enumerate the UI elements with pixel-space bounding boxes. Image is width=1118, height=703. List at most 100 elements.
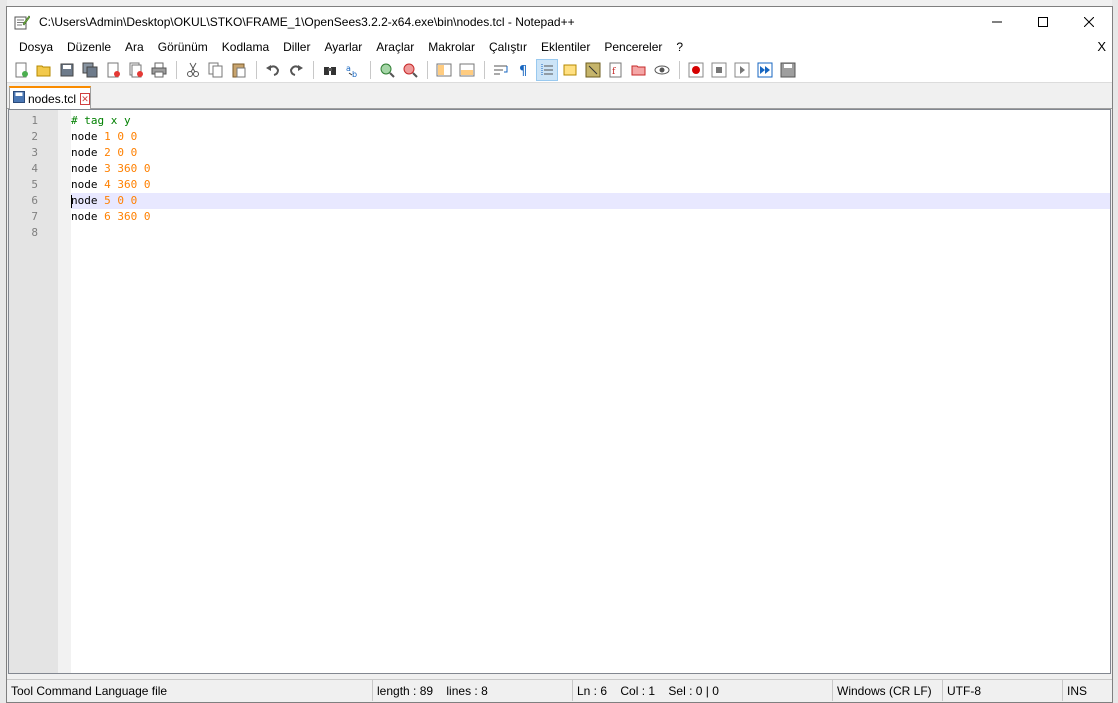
toolbar-separator <box>256 60 257 79</box>
code-keyword: node <box>71 178 98 191</box>
svg-text:a: a <box>346 64 351 73</box>
minimize-button[interactable] <box>974 7 1020 37</box>
code-args: 4 360 0 <box>104 178 151 191</box>
copy-icon[interactable] <box>205 59 227 81</box>
code-args: 6 360 0 <box>104 210 151 223</box>
record-macro-icon[interactable] <box>685 59 707 81</box>
toolbar-separator <box>370 60 371 79</box>
code-line: node 2 0 0 <box>71 145 1110 161</box>
status-lines: lines : 8 <box>446 683 488 698</box>
code-line: node 1 0 0 <box>71 129 1110 145</box>
toolbar-separator <box>313 60 314 79</box>
status-bar: Tool Command Language file length : 89 l… <box>7 679 1112 701</box>
code-line: node 6 360 0 <box>71 209 1110 225</box>
menu-bar: Dosya Düzenle Ara Görünüm Kodlama Diller… <box>7 37 1112 57</box>
document-map-icon[interactable] <box>582 59 604 81</box>
status-ins-mode[interactable]: INS <box>1063 680 1112 701</box>
title-bar[interactable]: C:\Users\Admin\Desktop\OKUL\STKO\FRAME_1… <box>7 7 1112 37</box>
word-wrap-icon[interactable] <box>490 59 512 81</box>
menu-pencereler[interactable]: Pencereler <box>597 40 669 54</box>
stop-macro-icon[interactable] <box>708 59 730 81</box>
status-col: Col : 1 <box>620 683 656 698</box>
zoom-out-icon[interactable] <box>399 59 421 81</box>
toolbar-separator <box>679 60 680 79</box>
tab-bar: nodes.tcl ✕ <box>7 83 1112 109</box>
close-icon <box>1084 17 1094 27</box>
notepad-plus-plus-window: C:\Users\Admin\Desktop\OKUL\STKO\FRAME_1… <box>6 6 1113 703</box>
zoom-in-icon[interactable] <box>376 59 398 81</box>
status-eol[interactable]: Windows (CR LF) <box>833 680 943 701</box>
undo-icon[interactable] <box>262 59 284 81</box>
menu-araclar[interactable]: Araçlar <box>369 40 421 54</box>
desktop: C:\Users\Admin\Desktop\OKUL\STKO\FRAME_1… <box>0 0 1118 703</box>
sync-vertical-icon[interactable] <box>433 59 455 81</box>
code-args: 3 360 0 <box>104 162 151 175</box>
indent-guide-icon[interactable] <box>536 58 558 81</box>
menu-ayarlar[interactable]: Ayarlar <box>317 40 369 54</box>
toolbar-separator <box>427 60 428 79</box>
folder-workspace-icon[interactable] <box>628 59 650 81</box>
print-icon[interactable] <box>148 59 170 81</box>
code-keyword: node <box>71 146 98 159</box>
fold-margin <box>58 110 71 673</box>
menu-calistir[interactable]: Çalıştır <box>482 40 534 54</box>
tab-nodes-tcl[interactable]: nodes.tcl ✕ <box>9 86 91 109</box>
save-all-icon[interactable] <box>79 59 101 81</box>
code-content[interactable]: # tag x y node 1 0 0 node 2 0 0 node 3 3… <box>71 113 1110 241</box>
menu-duzenle[interactable]: Düzenle <box>60 40 118 54</box>
menu-help[interactable]: ? <box>669 40 690 54</box>
menu-dosya[interactable]: Dosya <box>12 40 60 54</box>
code-keyword: node <box>71 162 98 175</box>
line-number: 1 <box>31 114 38 127</box>
close-icon[interactable] <box>102 59 124 81</box>
menu-kodlama[interactable]: Kodlama <box>215 40 276 54</box>
status-sel: Sel : 0 | 0 <box>668 683 719 698</box>
function-list-icon[interactable]: f <box>605 59 627 81</box>
menu-makrolar[interactable]: Makrolar <box>421 40 482 54</box>
code-args: 2 0 0 <box>104 146 138 159</box>
redo-icon[interactable] <box>285 59 307 81</box>
status-length-lines: length : 89 lines : 8 <box>373 680 573 701</box>
close-all-icon[interactable] <box>125 59 147 81</box>
status-encoding[interactable]: UTF-8 <box>943 680 1063 701</box>
replace-icon[interactable]: ab <box>342 59 364 81</box>
close-window-button[interactable] <box>1066 7 1112 37</box>
line-number: 5 <box>31 178 38 191</box>
menu-ara[interactable]: Ara <box>118 40 151 54</box>
cut-icon[interactable] <box>182 59 204 81</box>
new-file-icon[interactable] <box>10 59 32 81</box>
status-filetype: Tool Command Language file <box>7 680 373 701</box>
sync-horizontal-icon[interactable] <box>456 59 478 81</box>
tab-close-icon[interactable]: ✕ <box>80 92 90 105</box>
code-line: node 3 360 0 <box>71 161 1110 177</box>
run-macro-multiple-icon[interactable] <box>754 59 776 81</box>
code-keyword: node <box>71 210 98 223</box>
toolbar-separator <box>484 60 485 79</box>
code-keyword: node <box>71 194 98 207</box>
user-language-icon[interactable] <box>559 59 581 81</box>
line-number: 3 <box>31 146 38 159</box>
menu-eklentiler[interactable]: Eklentiler <box>534 40 597 54</box>
find-icon[interactable] <box>319 59 341 81</box>
show-all-chars-icon[interactable]: ¶ <box>513 59 535 81</box>
save-icon[interactable] <box>56 59 78 81</box>
maximize-button[interactable] <box>1020 7 1066 37</box>
save-macro-icon[interactable] <box>777 59 799 81</box>
open-file-icon[interactable] <box>33 59 55 81</box>
play-macro-icon[interactable] <box>731 59 753 81</box>
paste-icon[interactable] <box>228 59 250 81</box>
svg-text:b: b <box>352 70 357 78</box>
close-document-button[interactable]: X <box>1097 39 1106 54</box>
code-line: # tag x y <box>71 113 1110 129</box>
line-number: 8 <box>31 226 38 239</box>
code-args: 5 0 0 <box>104 194 138 207</box>
editor-area[interactable]: 1 2 3 4 5 6 7 8 # tag x y node 1 0 0 nod… <box>8 109 1111 674</box>
menu-gorunum[interactable]: Görünüm <box>151 40 215 54</box>
window-title: C:\Users\Admin\Desktop\OKUL\STKO\FRAME_1… <box>39 15 575 29</box>
monitoring-icon[interactable] <box>651 59 673 81</box>
toolbar: ab ¶ f <box>7 57 1112 83</box>
menu-diller[interactable]: Diller <box>276 40 317 54</box>
status-ln: Ln : 6 <box>577 683 608 698</box>
svg-text:¶: ¶ <box>519 64 527 78</box>
